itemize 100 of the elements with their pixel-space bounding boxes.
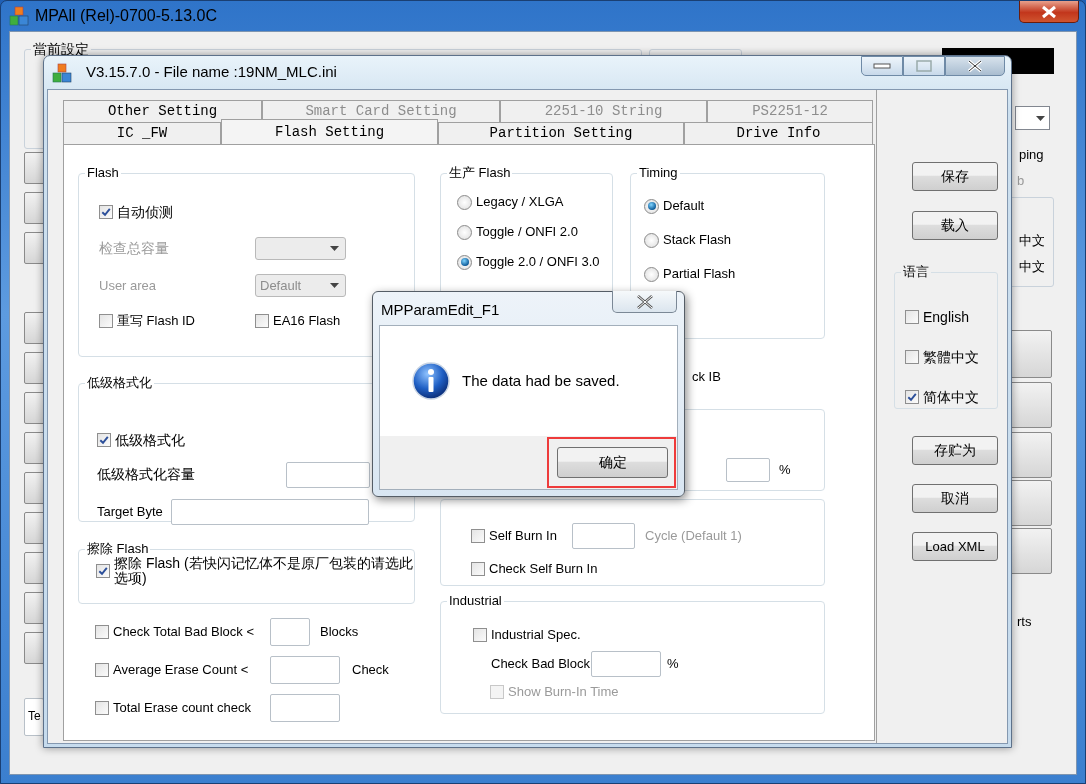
dialog-message: The data had be saved. — [462, 370, 620, 391]
checkbox-label: Check Total Bad Block < — [113, 623, 255, 642]
close-icon — [966, 59, 984, 73]
side-button[interactable]: Load XML — [912, 532, 998, 561]
list-button[interactable] — [24, 352, 46, 384]
caret-icon — [1036, 115, 1045, 121]
input-field[interactable] — [591, 651, 661, 677]
checkbox-label: Self Burn In — [489, 526, 557, 545]
app-icon — [52, 62, 72, 83]
checkbox[interactable] — [99, 205, 113, 219]
side-button[interactable]: 存贮为 — [912, 436, 998, 465]
tab[interactable]: Other Setting — [63, 100, 262, 122]
checkbox[interactable] — [255, 314, 269, 328]
checkbox[interactable] — [473, 628, 487, 642]
unit-label: Check — [352, 661, 389, 680]
input-field[interactable] — [270, 618, 310, 646]
list-button[interactable] — [24, 232, 46, 264]
maximize-button[interactable] — [903, 56, 945, 76]
checkbox-label: EA16 Flash — [273, 312, 341, 331]
checkbox-label: Average Erase Count < — [113, 661, 249, 680]
input-field[interactable] — [726, 458, 770, 482]
radio-label: Stack Flash — [663, 231, 731, 250]
radio-label: Legacy / XLGA — [476, 193, 564, 212]
checkbox[interactable] — [905, 390, 919, 404]
checkbox[interactable] — [97, 433, 111, 447]
checkbox[interactable] — [95, 663, 109, 677]
radio-button[interactable] — [644, 266, 659, 282]
checkbox[interactable] — [95, 625, 109, 639]
radio-label: Default — [663, 197, 705, 216]
checkbox[interactable] — [471, 561, 485, 576]
group-title: 擦除 Flash — [85, 541, 151, 557]
side-button[interactable] — [1010, 432, 1052, 478]
list-button[interactable] — [24, 472, 46, 504]
checkbox-label: Total Erase count check — [113, 699, 252, 718]
radio-button[interactable] — [644, 232, 659, 248]
group-title: 低级格式化 — [85, 375, 154, 391]
checkbox[interactable] — [471, 528, 485, 543]
checkbox-label: English — [923, 307, 969, 327]
radio-label: Toggle / ONFI 2.0 — [476, 223, 578, 242]
side-button[interactable] — [1010, 528, 1052, 574]
label: rts — [1017, 613, 1032, 631]
radio-button[interactable] — [457, 224, 472, 240]
unit-label: % — [667, 655, 679, 674]
minimize-button[interactable] — [861, 56, 903, 76]
caret-icon — [330, 283, 339, 288]
checkbox[interactable] — [905, 350, 919, 364]
side-button[interactable] — [1010, 330, 1052, 378]
list-button[interactable] — [24, 392, 46, 424]
list-button[interactable] — [24, 632, 46, 664]
list-button[interactable] — [24, 312, 46, 344]
field-label: Target Byte — [97, 502, 164, 521]
window-title: V3.15.7.0 - File name :19NM_MLC.ini — [86, 62, 337, 83]
input-field[interactable] — [572, 522, 635, 549]
radio-button[interactable] — [644, 198, 659, 214]
group-title: 生产 Flash — [447, 165, 513, 181]
side-button[interactable] — [1010, 382, 1052, 428]
input-field[interactable]: Te — [24, 698, 44, 736]
caret-icon — [330, 246, 339, 251]
label: 中文 — [1019, 232, 1045, 250]
side-button[interactable]: 取消 — [912, 484, 998, 513]
input-field[interactable] — [286, 461, 370, 488]
close-button[interactable] — [1019, 1, 1079, 23]
info-icon — [412, 362, 450, 400]
tab[interactable]: Drive Info — [684, 122, 873, 144]
tab[interactable]: IC _FW — [63, 122, 221, 144]
label: ck IB — [692, 370, 721, 384]
label: b — [1017, 172, 1025, 190]
list-button[interactable] — [24, 192, 46, 224]
side-button[interactable] — [1010, 480, 1052, 526]
list-button[interactable] — [24, 512, 46, 544]
list-button[interactable] — [24, 152, 46, 184]
unit-label: Blocks — [320, 623, 359, 642]
checkbox-label: 简体中文 — [923, 387, 979, 407]
list-button[interactable] — [24, 592, 46, 624]
list-button[interactable] — [24, 552, 46, 584]
app-icon — [9, 6, 29, 26]
dropdown[interactable] — [1015, 106, 1050, 130]
radio-label: Partial Flash — [663, 265, 736, 284]
radio-button[interactable] — [457, 254, 472, 270]
close-icon — [1040, 4, 1058, 19]
input-field[interactable] — [270, 656, 340, 684]
hint-text: Cycle (Default 1) — [645, 526, 742, 545]
tab[interactable]: Partition Setting — [438, 122, 684, 144]
side-button[interactable]: 载入 — [912, 211, 998, 240]
checkbox[interactable] — [905, 310, 919, 324]
checkbox[interactable] — [99, 314, 113, 328]
ok-button[interactable]: 确定 — [557, 447, 668, 478]
checkbox[interactable] — [95, 701, 109, 715]
list-button[interactable] — [24, 432, 46, 464]
unit-label: % — [779, 461, 791, 480]
side-button[interactable]: 保存 — [912, 162, 998, 191]
checkbox-label: 繁體中文 — [923, 347, 979, 367]
checkbox-label: Check Self Burn In — [489, 559, 598, 578]
label: ping — [1019, 146, 1044, 164]
checkbox-label: 擦除 Flash (若快闪记忆体不是原厂包装的请选此选项) — [114, 556, 414, 586]
input-field[interactable] — [171, 498, 369, 525]
checkbox[interactable] — [96, 564, 110, 578]
tab[interactable]: Flash Setting — [221, 119, 438, 144]
radio-button[interactable] — [457, 194, 472, 210]
input-field[interactable] — [270, 694, 340, 722]
